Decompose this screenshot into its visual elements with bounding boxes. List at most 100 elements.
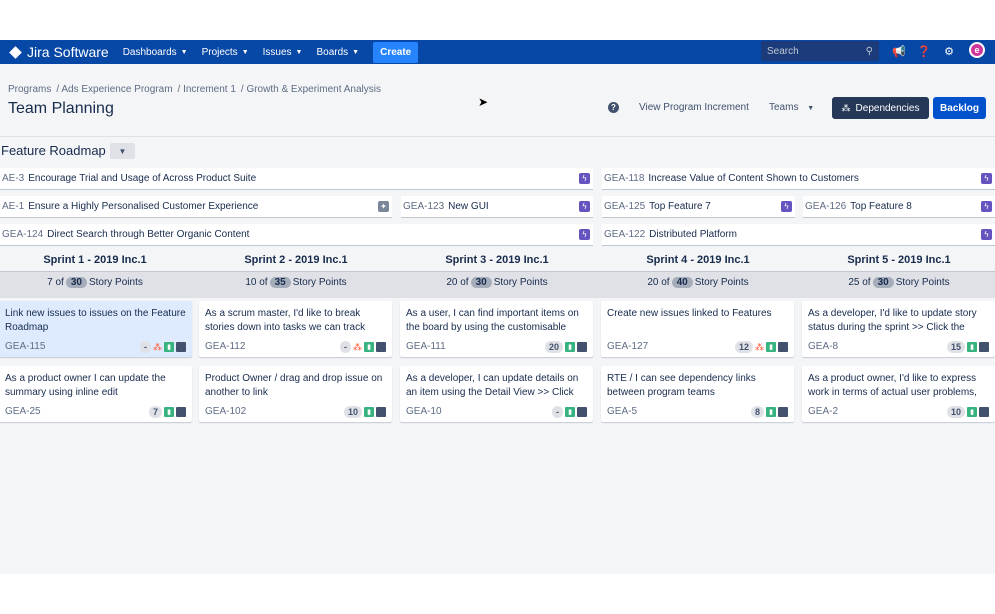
card-key: GEA-8	[808, 341, 839, 352]
issue-card[interactable]: As a developer, I'd like to update story…	[802, 301, 995, 357]
card-summary: As a product owner, I'd like to express …	[808, 373, 977, 398]
capacity-pill: 35	[269, 277, 291, 288]
team-icon	[778, 407, 788, 417]
estimate-badge: 10	[343, 406, 362, 418]
chevron-down-icon: ▼	[807, 105, 815, 112]
feature-roadmap-title: Feature Roadmap	[1, 143, 106, 158]
feature-title: New GUI	[448, 201, 489, 212]
lightning-icon: ϟ	[981, 173, 992, 184]
feature-key: GEA-124	[2, 229, 44, 240]
card-badges: - ⁂ ▮	[340, 341, 386, 353]
dependencies-button[interactable]: ⁂ Dependencies	[832, 97, 929, 119]
breadcrumb-increment[interactable]: / Increment 1	[178, 84, 236, 95]
team-icon	[577, 407, 587, 417]
card-badges: 15 ▮	[946, 341, 989, 353]
dependency-icon: ⁂	[353, 341, 362, 352]
feature-bar[interactable]: GEA-124 Direct Search through Better Org…	[0, 224, 593, 246]
feature-bar[interactable]: GEA-126 Top Feature 8 ϟ	[803, 196, 995, 218]
story-icon: ▮	[364, 407, 374, 417]
estimate-badge: -	[340, 341, 351, 353]
feature-bar[interactable]: GEA-122 Distributed Platform ϟ	[602, 224, 995, 246]
lightning-icon: ϟ	[579, 201, 590, 212]
search-input[interactable]: Search ⚲	[761, 41, 879, 61]
points-used: 7 of	[47, 277, 64, 288]
sprint-header: Sprint 1 - 2019 Inc.1	[43, 254, 147, 266]
feature-title: Encourage Trial and Usage of Across Prod…	[28, 173, 257, 184]
estimate-badge: -	[140, 341, 151, 353]
issue-card[interactable]: As a user, I can find important items on…	[400, 301, 593, 357]
nav-issues[interactable]: Issues ▼	[263, 47, 303, 58]
feature-bar[interactable]: GEA-118 Increase Value of Content Shown …	[602, 168, 995, 190]
chevron-down-icon: ▼	[241, 48, 249, 56]
help-icon[interactable]: ❓	[915, 42, 933, 60]
avatar[interactable]: e	[969, 42, 985, 58]
feature-title: Top Feature 7	[649, 201, 711, 212]
sprint-header: Sprint 2 - 2019 Inc.1	[244, 254, 348, 266]
feature-bar[interactable]: AE-1 Ensure a Highly Personalised Custom…	[0, 196, 392, 218]
card-key: GEA-5	[607, 406, 638, 417]
card-badges: 10 ▮	[343, 406, 386, 418]
feature-title: Ensure a Highly Personalised Customer Ex…	[28, 201, 259, 212]
breadcrumb-programs[interactable]: Programs	[8, 84, 51, 95]
estimate-badge: 10	[946, 406, 965, 418]
feature-bar[interactable]: GEA-125 Top Feature 7 ϟ	[602, 196, 795, 218]
view-program-increment-link[interactable]: View Program Increment	[639, 102, 749, 113]
story-icon: ▮	[565, 342, 575, 352]
card-key: GEA-111	[406, 341, 446, 352]
gear-icon[interactable]: ⚙	[940, 42, 958, 60]
card-badges: 7 ▮	[148, 406, 186, 418]
mouse-cursor-icon: ➤	[478, 95, 489, 109]
card-summary: As a developer, I'd like to update story…	[808, 308, 977, 333]
backlog-button[interactable]: Backlog	[933, 97, 986, 119]
estimate-badge: 12	[734, 341, 753, 353]
points-unit: Story Points	[292, 277, 347, 288]
breadcrumb-team[interactable]: / Growth & Experiment Analysis	[241, 84, 381, 95]
issue-card[interactable]: RTE / I can see dependency links between…	[601, 366, 794, 422]
teams-dropdown[interactable]: Teams ▼	[769, 102, 814, 113]
story-icon: ▮	[967, 407, 977, 417]
lightning-icon: ϟ	[981, 201, 992, 212]
story-icon: ▮	[766, 407, 776, 417]
card-badges: 12 ⁂ ▮	[734, 341, 788, 353]
nav-dashboards[interactable]: Dashboards ▼	[123, 47, 188, 58]
points-used: 10 of	[245, 277, 268, 288]
issue-card[interactable]: As a developer, I can update details on …	[400, 366, 593, 422]
hierarchy-icon: ⁂	[841, 102, 851, 113]
story-icon: ▮	[967, 342, 977, 352]
jira-logo[interactable]: Jira Software	[9, 44, 109, 60]
feature-key: GEA-126	[805, 201, 847, 212]
card-badges: 8 ▮	[750, 406, 788, 418]
logo-text: Jira Software	[27, 44, 109, 60]
create-button[interactable]: Create	[373, 41, 419, 63]
issue-card[interactable]: As a product owner I can update the summ…	[0, 366, 192, 422]
feature-bar[interactable]: AE-3 Encourage Trial and Usage of Across…	[0, 168, 593, 190]
points-unit: Story Points	[694, 277, 749, 288]
lightning-icon: ϟ	[579, 229, 590, 240]
nav-projects[interactable]: Projects ▼	[202, 47, 249, 58]
card-badges: 10 ▮	[946, 406, 989, 418]
issue-card[interactable]: As a product owner, I'd like to express …	[802, 366, 995, 422]
nav-boards[interactable]: Boards ▼	[316, 47, 359, 58]
capacity-pill: 30	[470, 277, 492, 288]
nav-dashboards-label: Dashboards	[122, 46, 177, 58]
estimate-badge: -	[552, 406, 563, 418]
feature-key: GEA-125	[604, 201, 646, 212]
story-icon: ▮	[164, 407, 174, 417]
nav-boards-label: Boards	[316, 46, 349, 58]
issue-card[interactable]: Link new issues to issues on the Feature…	[0, 301, 192, 357]
divider	[0, 136, 995, 137]
feature-bar[interactable]: GEA-123 New GUI ϟ	[401, 196, 593, 218]
sprint-capacity: 10 of 35 Story Points	[196, 277, 396, 288]
sprint-capacity: 20 of 40 Story Points	[598, 277, 798, 288]
megaphone-icon[interactable]: 📢	[890, 42, 908, 60]
breadcrumb-program[interactable]: / Ads Experience Program	[56, 84, 172, 95]
roadmap-collapse-toggle[interactable]: ▼	[110, 143, 135, 159]
issue-card[interactable]: Create new issues linked to Features GEA…	[601, 301, 794, 357]
points-unit: Story Points	[493, 277, 548, 288]
issue-card[interactable]: Product Owner / drag and drop issue on a…	[199, 366, 392, 422]
jira-diamond-icon	[9, 45, 22, 59]
team-icon	[376, 342, 386, 352]
question-icon[interactable]: ?	[608, 102, 619, 113]
feature-title: Top Feature 8	[850, 201, 912, 212]
issue-card[interactable]: As a scrum master, I'd like to break sto…	[199, 301, 392, 357]
